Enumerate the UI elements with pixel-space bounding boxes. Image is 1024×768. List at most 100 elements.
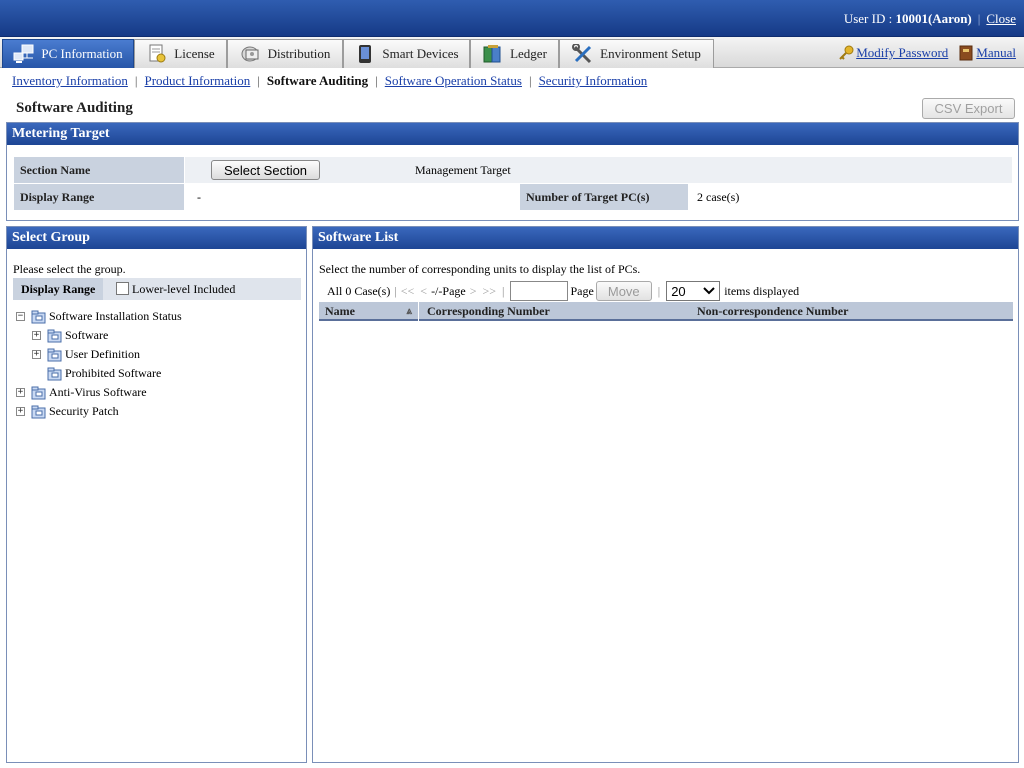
tab-pc-information[interactable]: PC Information — [2, 39, 134, 68]
user-id-value: 10001(Aaron) — [895, 11, 972, 26]
folder-pc-icon — [31, 310, 46, 323]
subnav-software-auditing: Software Auditing — [266, 73, 369, 88]
smart-device-icon — [354, 44, 376, 64]
tab-label: License — [174, 46, 215, 61]
lower-level-checkbox[interactable] — [116, 282, 129, 295]
main-tabs: PC Information License Distribution Smar… — [0, 37, 1024, 68]
items-per-page-value: 20 — [671, 283, 686, 299]
tree-label: Prohibited Software — [65, 366, 162, 380]
tree-label: Software — [65, 328, 109, 342]
group-tree: − Software Installation Status + Softwar… — [16, 307, 182, 421]
metering-target-title: Metering Target — [7, 123, 1018, 145]
column-corresponding-number[interactable]: Corresponding Number — [427, 302, 550, 321]
subnav-inventory-information[interactable]: Inventory Information — [12, 73, 128, 88]
page-indicator: -/-Page — [431, 283, 466, 298]
tab-label: Distribution — [267, 46, 331, 61]
subnav-product-information[interactable]: Product Information — [145, 73, 251, 88]
expand-toggle[interactable]: + — [32, 331, 41, 340]
column-non-correspondence-number[interactable]: Non-correspondence Number — [697, 302, 848, 321]
tree-node-security-patch[interactable]: + Security Patch — [16, 402, 182, 421]
sort-icon: ⩓ — [406, 306, 412, 317]
tools-icon — [572, 44, 594, 64]
column-name[interactable]: Name ⩓ — [319, 302, 419, 321]
target-pc-label: Number of Target PC(s) — [520, 184, 688, 210]
management-target-label: Management Target — [415, 163, 511, 177]
display-range-value: - — [197, 190, 201, 204]
software-list-hint: Select the number of corresponding units… — [319, 262, 641, 276]
key-icon — [838, 45, 854, 61]
tree-label: User Definition — [65, 347, 140, 361]
tree-node-anti-virus-software[interactable]: + Anti-Virus Software — [16, 383, 182, 402]
tab-smart-devices[interactable]: Smart Devices — [343, 39, 470, 68]
first-page-link[interactable]: << — [401, 284, 415, 299]
user-info: User ID : 10001(Aaron) | Close — [843, 11, 1016, 26]
chevron-down-icon — [703, 287, 715, 295]
tab-label: PC Information — [41, 46, 123, 61]
tab-label: Smart Devices — [382, 46, 459, 61]
select-group-title: Select Group — [7, 227, 306, 249]
select-group-panel: Select Group Please select the group. Di… — [6, 226, 307, 763]
next-page-link[interactable]: > — [470, 284, 477, 299]
page-title: Software Auditing — [16, 100, 133, 116]
tree-label: Anti-Virus Software — [49, 385, 147, 399]
csv-export-button[interactable]: CSV Export — [922, 98, 1015, 119]
tree-node-software-installation-status[interactable]: − Software Installation Status — [16, 307, 182, 326]
manual-book-icon — [958, 45, 974, 61]
software-list-panel: Software List Select the number of corre… — [312, 226, 1019, 763]
display-range-row: Display Range - Number of Target PC(s) 2… — [14, 184, 1012, 210]
group-display-range-label: Display Range — [13, 278, 103, 300]
last-page-link[interactable]: >> — [483, 284, 497, 299]
collapse-toggle[interactable]: − — [16, 312, 25, 321]
tab-label: Environment Setup — [600, 46, 701, 61]
tree-node-prohibited-software[interactable]: Prohibited Software — [16, 364, 182, 383]
user-id-label: User ID : — [843, 11, 896, 26]
metering-target-panel: Metering Target Section Name Select Sect… — [6, 122, 1019, 221]
tab-ledger[interactable]: Ledger — [470, 39, 559, 68]
top-bar: User ID : 10001(Aaron) | Close — [0, 0, 1024, 37]
software-table-header: Name ⩓ Corresponding Number Non-correspo… — [319, 302, 1013, 321]
tab-distribution[interactable]: Distribution — [227, 39, 343, 68]
page-number-input[interactable] — [510, 281, 569, 301]
all-count: All 0 Case(s) — [327, 283, 391, 298]
folder-pc-icon — [47, 367, 62, 380]
target-pc-value: 2 case(s) — [697, 190, 740, 204]
subnav-software-operation-status[interactable]: Software Operation Status — [385, 73, 522, 88]
metering-table: Section Name Select Section Management T… — [14, 157, 1012, 210]
manual-link[interactable]: Manual — [976, 45, 1016, 61]
subnav-security-information[interactable]: Security Information — [539, 73, 648, 88]
folder-pc-icon — [47, 329, 62, 342]
prev-page-link[interactable]: < — [420, 284, 427, 299]
section-name-label: Section Name — [14, 157, 184, 183]
group-display-range: Display Range Lower-level Included — [13, 278, 301, 300]
close-link[interactable]: Close — [986, 11, 1016, 26]
expand-toggle[interactable]: + — [16, 388, 25, 397]
move-button[interactable]: Move — [595, 281, 652, 301]
expand-toggle[interactable]: + — [16, 407, 25, 416]
top-right-links: Modify Password Manual — [838, 45, 1016, 61]
tab-license[interactable]: License — [134, 39, 227, 68]
tab-environment-setup[interactable]: Environment Setup — [559, 39, 714, 68]
items-per-page-select[interactable]: 20 — [666, 281, 721, 301]
pager: All 0 Case(s) | << < -/-Page > >> | Page… — [319, 280, 799, 302]
tree-label: Security Patch — [49, 404, 119, 418]
page-label: Page — [570, 283, 594, 298]
tree-label: Software Installation Status — [49, 309, 182, 323]
ledger-icon — [482, 44, 504, 64]
expand-toggle[interactable]: + — [32, 350, 41, 359]
folder-pc-icon — [31, 405, 46, 418]
tab-label: Ledger — [510, 46, 547, 61]
lower-level-label[interactable]: Lower-level Included — [132, 278, 235, 300]
folder-pc-icon — [47, 348, 62, 361]
group-hint: Please select the group. — [13, 262, 126, 276]
section-name-row: Section Name Select Section Management T… — [14, 157, 1012, 183]
items-displayed-label: items displayed — [724, 283, 800, 298]
folder-pc-icon — [31, 386, 46, 399]
software-list-title: Software List — [313, 227, 1018, 249]
tree-node-user-definition[interactable]: + User Definition — [16, 345, 182, 364]
display-range-label: Display Range — [14, 184, 184, 210]
tree-node-software[interactable]: + Software — [16, 326, 182, 345]
pc-network-icon — [13, 44, 35, 64]
modify-password-link[interactable]: Modify Password — [856, 45, 948, 61]
select-section-button[interactable]: Select Section — [211, 160, 320, 180]
sub-navigation: Inventory Information | Product Informatio… — [12, 73, 648, 88]
